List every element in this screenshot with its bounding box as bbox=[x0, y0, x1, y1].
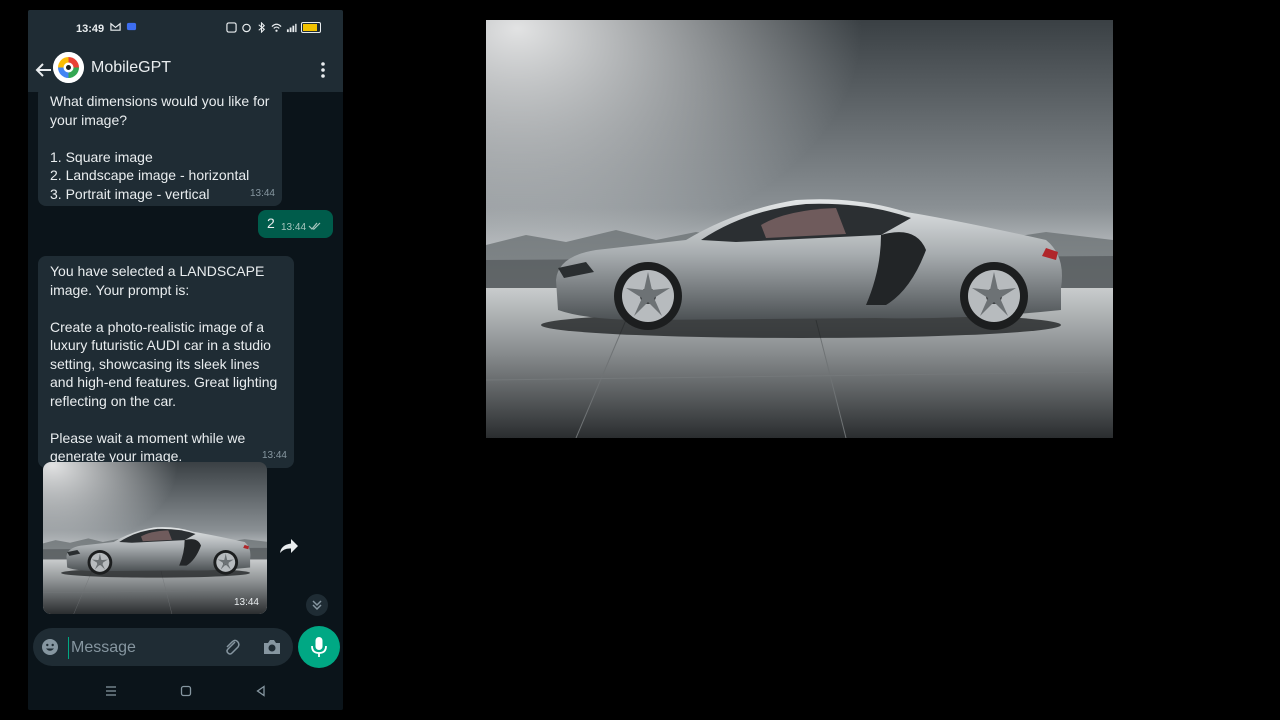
emoji-icon[interactable] bbox=[41, 638, 59, 656]
image-message[interactable]: 13:44 bbox=[43, 462, 267, 614]
message-text: You have selected a LANDSCAPE image. You… bbox=[50, 263, 278, 464]
incoming-message: You have selected a LANDSCAPE image. You… bbox=[38, 256, 294, 468]
chat-title[interactable]: MobileGPT bbox=[91, 59, 171, 77]
incoming-message: What dimensions would you like for your … bbox=[38, 92, 282, 206]
chat-header: MobileGPT bbox=[28, 48, 343, 92]
double-check-icon bbox=[308, 222, 321, 230]
wifi-icon bbox=[271, 23, 282, 32]
message-time: 13:44 bbox=[261, 449, 287, 461]
status-bar: 13:49 bbox=[28, 10, 343, 48]
message-input[interactable] bbox=[68, 637, 213, 659]
mic-icon bbox=[311, 637, 327, 657]
home-icon[interactable] bbox=[179, 684, 193, 698]
message-composer bbox=[33, 628, 293, 666]
camera-icon[interactable] bbox=[262, 638, 282, 656]
message-text: What dimensions would you like for your … bbox=[50, 93, 270, 202]
system-nav-bar bbox=[28, 672, 343, 710]
message-time: 13:44 bbox=[249, 187, 275, 199]
car-picture bbox=[486, 20, 1113, 438]
alarm-icon bbox=[242, 23, 251, 33]
phone-screen: 13:49 MobileGPT What dimensions would yo… bbox=[28, 10, 343, 710]
share-icon[interactable] bbox=[278, 536, 300, 556]
mic-button[interactable] bbox=[298, 626, 340, 668]
message-text: 2 bbox=[267, 215, 275, 231]
back-arrow-icon[interactable] bbox=[34, 60, 54, 80]
double-chevron-down-icon bbox=[312, 600, 322, 611]
status-time: 13:49 bbox=[76, 23, 105, 35]
bluetooth-icon bbox=[258, 22, 266, 33]
gmail-icon bbox=[110, 22, 121, 31]
signal-icon bbox=[286, 23, 297, 33]
more-vert-icon[interactable] bbox=[315, 60, 331, 80]
outgoing-message: 2 13:44 bbox=[258, 210, 333, 238]
menu-icon[interactable] bbox=[104, 684, 118, 698]
bot-avatar-icon bbox=[53, 52, 84, 83]
generated-car-image bbox=[486, 20, 1113, 438]
back-triangle-icon[interactable] bbox=[254, 684, 268, 698]
app-notification-icon bbox=[126, 22, 137, 31]
bot-avatar[interactable] bbox=[53, 52, 84, 83]
scroll-to-bottom-button[interactable] bbox=[306, 594, 328, 616]
chat-area[interactable]: What dimensions would you like for your … bbox=[28, 92, 343, 622]
generated-car-thumbnail[interactable] bbox=[43, 462, 267, 614]
battery-icon bbox=[301, 22, 321, 33]
nfc-icon bbox=[226, 22, 237, 33]
message-time: 13:44 bbox=[281, 222, 307, 233]
message-time: 13:44 bbox=[233, 597, 259, 608]
paperclip-icon[interactable] bbox=[223, 638, 241, 656]
